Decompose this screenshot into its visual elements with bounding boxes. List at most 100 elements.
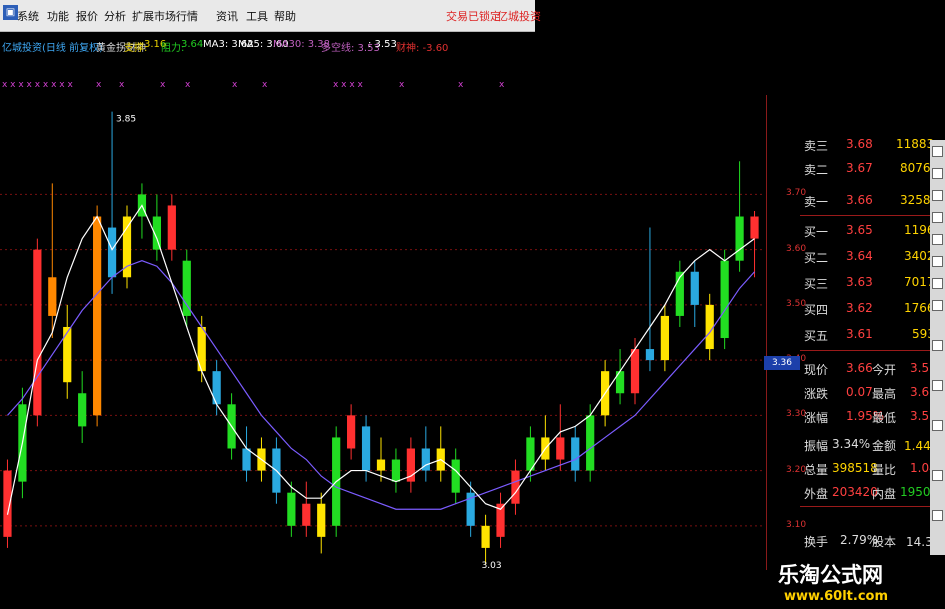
price-axis: 3.70 3.60 3.50 3.40 3.30 3.20 3.10 [762, 95, 806, 570]
bid-row-5[interactable]: 买五 3.61 593 [800, 322, 935, 346]
candlestick-chart[interactable]: 3.85 3.03 [0, 95, 762, 570]
candle-body [720, 260, 729, 339]
stat-label: 换手 [804, 535, 829, 549]
candle-body [586, 415, 595, 471]
ask-volume: 11883 [896, 137, 935, 151]
ask-volume: 3258 [900, 193, 931, 207]
ask-row-2[interactable]: 卖二 3.67 8076 [800, 156, 931, 180]
bid-price: 3.63 [846, 275, 873, 289]
ask-row-1[interactable]: 卖一 3.66 3258 [800, 188, 931, 212]
line-tool-icon[interactable] [932, 190, 943, 201]
stat-label: 金额 [872, 439, 897, 453]
bid-price: 3.62 [846, 301, 873, 315]
quote-divider [800, 215, 930, 216]
candle-body [630, 349, 640, 394]
candle-body [242, 448, 251, 471]
settings-icon[interactable] [932, 420, 943, 431]
period-icon[interactable] [932, 234, 943, 245]
stat-row: 振幅 3.34% 金额 1.44亿 [800, 432, 943, 456]
menu-item-help[interactable]: 帮助 [274, 8, 296, 24]
stat-label: 量比 [872, 463, 897, 477]
bid-row-4[interactable]: 买四 3.62 1766 [800, 296, 935, 320]
signal-mark: x [185, 80, 191, 90]
stat-label: 今开 [872, 363, 897, 377]
menu-item-quote[interactable]: 报价 [76, 8, 98, 24]
bid-price: 3.64 [846, 249, 873, 263]
resistance-value: 3.64 [181, 39, 204, 50]
ask-price: 3.67 [846, 161, 873, 175]
quote-divider [800, 350, 930, 351]
tool-strip [930, 140, 945, 555]
candle-body [63, 326, 72, 383]
candle-body [735, 216, 744, 261]
candle-body [376, 459, 386, 471]
candle-body [391, 459, 401, 482]
ask-label: 卖一 [804, 195, 829, 209]
candle-body [481, 525, 490, 548]
candle-body [347, 415, 356, 449]
chart-title[interactable]: 亿城投资(日线 前复权) [2, 39, 103, 54]
bid-price: 3.65 [846, 223, 873, 237]
stat-row: 换手 2.79% 股本 14.3亿 [800, 528, 945, 552]
signal-mark: x [232, 80, 238, 90]
trade-lock-status[interactable]: 交易已锁定 [446, 8, 501, 24]
stats-icon[interactable] [932, 278, 943, 289]
stat-row: 总量 398518 量比 1.04 [800, 456, 937, 480]
candle-body [660, 315, 669, 361]
stat-value: 398518 [832, 461, 878, 475]
window-icon[interactable] [932, 470, 943, 481]
signal-mark: x [96, 80, 102, 90]
menu-item-extended-market[interactable]: 扩展市场行情 [132, 8, 198, 24]
bid-label: 买五 [804, 329, 829, 343]
menu-item-news[interactable]: 资讯 [216, 8, 238, 24]
ask-row-3[interactable]: 卖三 3.68 11883 [800, 132, 934, 156]
signal-mark: x [119, 80, 125, 90]
bid-row-1[interactable]: 买一 3.65 1196 [800, 218, 935, 242]
fortune-value: 财神: -3.60 [396, 43, 449, 54]
quote-panel: 卖三 3.68 11883 卖二 3.67 8076 卖一 3.66 3258 … [800, 132, 945, 557]
candle-body [556, 437, 565, 460]
compare-icon[interactable] [932, 300, 943, 311]
brand-link[interactable]: 亿城投资 [497, 8, 541, 24]
candle-body [197, 326, 206, 372]
scroll-icon[interactable] [932, 510, 943, 521]
quote-divider [800, 506, 930, 507]
stat-row: 涨幅 1.95% 最低 3.55 [800, 404, 937, 428]
chart-annotations: 3.85 3.03 [116, 115, 502, 570]
stat-label: 振幅 [804, 439, 829, 453]
candle-body [361, 426, 371, 471]
menu-item-tools[interactable]: 工具 [246, 8, 268, 24]
stat-value: 3.34% [832, 437, 871, 451]
watermark-url: www.60lt.com [784, 589, 889, 604]
bid-row-2[interactable]: 买二 3.64 3402 [800, 244, 935, 268]
stat-value: 203420 [832, 485, 878, 499]
ask-volume: 8076 [900, 161, 931, 175]
info-icon[interactable] [932, 340, 943, 351]
menu-item-system[interactable]: 系统 [17, 8, 39, 24]
candle-body [167, 205, 176, 250]
candle-body [645, 349, 655, 361]
candle-body [302, 503, 311, 526]
menu-item-analysis[interactable]: 分析 [104, 8, 126, 24]
candle-body [78, 393, 87, 427]
candle-body [750, 216, 759, 239]
news-icon[interactable] [932, 380, 943, 391]
menu-bar: ▣ 系统 功能 报价 分析 扩展市场行情 资讯 工具 帮助 交易已锁定 亿城投资 [0, 0, 541, 32]
ask-price: 3.66 [846, 193, 873, 207]
drawing-icon[interactable] [932, 256, 943, 267]
chart-type-icon[interactable] [932, 146, 943, 157]
stat-label: 最高 [872, 387, 897, 401]
stat-label: 外盘 [804, 487, 829, 501]
ask-label: 卖二 [804, 163, 829, 177]
zoom-icon[interactable] [932, 168, 943, 179]
signal-mark: x x x x [333, 80, 363, 90]
bid-label: 买四 [804, 303, 829, 317]
menu-item-function[interactable]: 功能 [47, 8, 69, 24]
bid-row-3[interactable]: 买三 3.63 7017 [800, 270, 935, 294]
stat-row: 涨跌 0.07 最高 3.67 [800, 380, 937, 404]
stat-value: 0.07 [846, 385, 873, 399]
indicator-icon[interactable] [932, 212, 943, 223]
signal-mark: x [399, 80, 405, 90]
trend-line-extra: : 3.53 [368, 39, 397, 50]
app-logo-icon[interactable]: ▣ [3, 5, 18, 20]
